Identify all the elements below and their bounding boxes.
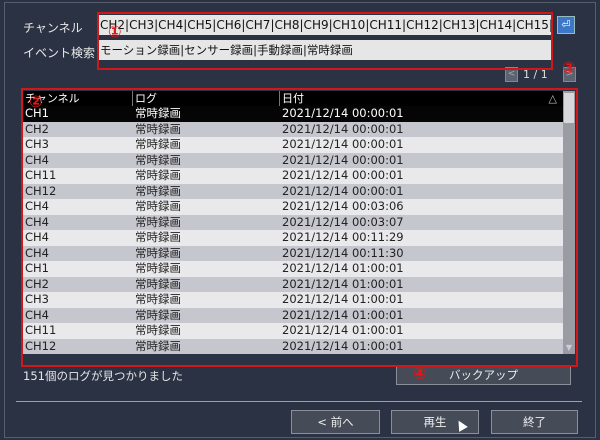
channel-label: チャンネル	[23, 21, 83, 35]
annotation-box-1	[97, 12, 553, 70]
annotation-box-2	[21, 88, 578, 367]
annotation-number-4: ④	[413, 364, 427, 383]
annotation-number-3: ③	[562, 58, 576, 77]
previous-button[interactable]: < 前へ	[291, 410, 380, 434]
play-button[interactable]: 再生	[391, 410, 479, 434]
annotation-number-1: ①	[108, 22, 122, 41]
divider	[16, 401, 582, 402]
exit-button[interactable]: 終了	[491, 410, 578, 434]
event-search-label: イベント検索	[23, 46, 96, 60]
annotation-number-2: ②	[29, 92, 43, 111]
enter-icon[interactable]: ⏎	[557, 16, 575, 34]
log-count-status: 151個のログが見つかりました	[23, 369, 183, 383]
